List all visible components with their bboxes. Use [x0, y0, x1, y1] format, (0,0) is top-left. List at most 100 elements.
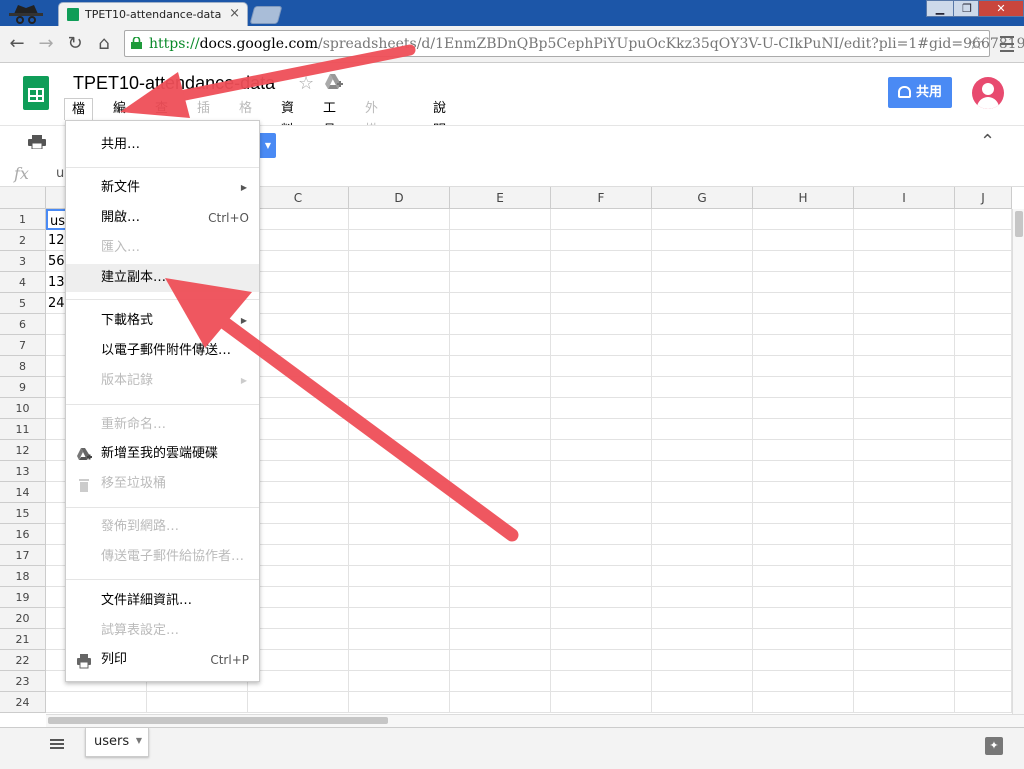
cell-f23[interactable] [551, 671, 652, 692]
cell-h19[interactable] [753, 587, 854, 608]
cell-j22[interactable] [955, 650, 1012, 671]
cell-h4[interactable] [753, 272, 854, 293]
move-to-drive-icon[interactable] [324, 73, 344, 91]
cell-d5[interactable] [349, 293, 450, 314]
star-icon[interactable]: ☆ [298, 73, 314, 94]
cell-g11[interactable] [652, 419, 753, 440]
cell-f24[interactable] [551, 692, 652, 713]
cell-j17[interactable] [955, 545, 1012, 566]
cell-j8[interactable] [955, 356, 1012, 377]
row-header-19[interactable]: 19 [0, 587, 46, 608]
cell-j18[interactable] [955, 566, 1012, 587]
cell-c4[interactable] [248, 272, 349, 293]
cell-f6[interactable] [551, 314, 652, 335]
row-header-7[interactable]: 7 [0, 335, 46, 356]
cell-e13[interactable] [450, 461, 551, 482]
column-header-e[interactable]: E [450, 187, 551, 209]
tab-close-icon[interactable]: × [229, 6, 240, 21]
cell-j15[interactable] [955, 503, 1012, 524]
cell-d16[interactable] [349, 524, 450, 545]
cell-c24[interactable] [248, 692, 349, 713]
cell-g4[interactable] [652, 272, 753, 293]
cell-d21[interactable] [349, 629, 450, 650]
column-header-i[interactable]: I [854, 187, 955, 209]
cell-d15[interactable] [349, 503, 450, 524]
row-header-5[interactable]: 5 [0, 293, 46, 314]
cell-j11[interactable] [955, 419, 1012, 440]
cell-i15[interactable] [854, 503, 955, 524]
cell-e5[interactable] [450, 293, 551, 314]
browser-menu-icon[interactable] [998, 31, 1016, 55]
menu-item-add-to-drive[interactable]: 新增至我的雲端硬碟 [66, 440, 259, 468]
cell-j9[interactable] [955, 377, 1012, 398]
menu-tools[interactable]: 工具 [316, 98, 343, 138]
cell-d8[interactable] [349, 356, 450, 377]
cell-f19[interactable] [551, 587, 652, 608]
cell-j5[interactable] [955, 293, 1012, 314]
cell-g19[interactable] [652, 587, 753, 608]
cell-e17[interactable] [450, 545, 551, 566]
cell-c5[interactable] [248, 293, 349, 314]
cell-d17[interactable] [349, 545, 450, 566]
row-header-24[interactable]: 24 [0, 692, 46, 713]
menu-addons[interactable]: 外掛程式 [358, 98, 385, 182]
cell-d14[interactable] [349, 482, 450, 503]
cell-f14[interactable] [551, 482, 652, 503]
bookmark-star-icon[interactable]: ☆ [968, 33, 984, 54]
cell-h22[interactable] [753, 650, 854, 671]
cell-f20[interactable] [551, 608, 652, 629]
cell-d22[interactable] [349, 650, 450, 671]
menu-insert[interactable]: 插入 [190, 98, 217, 138]
cell-j1[interactable] [955, 209, 1012, 230]
cell-i10[interactable] [854, 398, 955, 419]
cell-f21[interactable] [551, 629, 652, 650]
cell-g16[interactable] [652, 524, 753, 545]
row-header-18[interactable]: 18 [0, 566, 46, 587]
cell-g7[interactable] [652, 335, 753, 356]
cell-c21[interactable] [248, 629, 349, 650]
cell-h11[interactable] [753, 419, 854, 440]
cell-j12[interactable] [955, 440, 1012, 461]
menu-item-print[interactable]: 列印 Ctrl+P [66, 646, 259, 674]
cell-e1[interactable] [450, 209, 551, 230]
cell-f7[interactable] [551, 335, 652, 356]
cell-c23[interactable] [248, 671, 349, 692]
cell-g17[interactable] [652, 545, 753, 566]
cell-d3[interactable] [349, 251, 450, 272]
menu-item-share[interactable]: 共用… [66, 131, 259, 159]
cell-j19[interactable] [955, 587, 1012, 608]
cell-c19[interactable] [248, 587, 349, 608]
cell-g20[interactable] [652, 608, 753, 629]
cell-f1[interactable] [551, 209, 652, 230]
select-all-corner[interactable] [0, 187, 46, 209]
cell-e7[interactable] [450, 335, 551, 356]
cell-h10[interactable] [753, 398, 854, 419]
all-sheets-icon[interactable] [50, 739, 64, 751]
cell-e14[interactable] [450, 482, 551, 503]
cell-g10[interactable] [652, 398, 753, 419]
new-tab-button[interactable] [249, 6, 283, 24]
column-header-d[interactable]: D [349, 187, 450, 209]
cell-i14[interactable] [854, 482, 955, 503]
row-header-2[interactable]: 2 [0, 230, 46, 251]
cell-h2[interactable] [753, 230, 854, 251]
cell-e23[interactable] [450, 671, 551, 692]
cell-g5[interactable] [652, 293, 753, 314]
cell-a24[interactable] [46, 692, 147, 713]
cell-c17[interactable] [248, 545, 349, 566]
cell-g3[interactable] [652, 251, 753, 272]
cell-d10[interactable] [349, 398, 450, 419]
cell-g15[interactable] [652, 503, 753, 524]
cell-e10[interactable] [450, 398, 551, 419]
row-header-10[interactable]: 10 [0, 398, 46, 419]
vertical-scrollbar[interactable] [1012, 209, 1024, 714]
row-header-20[interactable]: 20 [0, 608, 46, 629]
cell-g13[interactable] [652, 461, 753, 482]
row-header-15[interactable]: 15 [0, 503, 46, 524]
row-header-11[interactable]: 11 [0, 419, 46, 440]
cell-c11[interactable] [248, 419, 349, 440]
forward-icon[interactable]: → [35, 33, 57, 55]
doc-title[interactable]: TPET10-attendance-data [73, 73, 275, 94]
cell-d12[interactable] [349, 440, 450, 461]
cell-j14[interactable] [955, 482, 1012, 503]
